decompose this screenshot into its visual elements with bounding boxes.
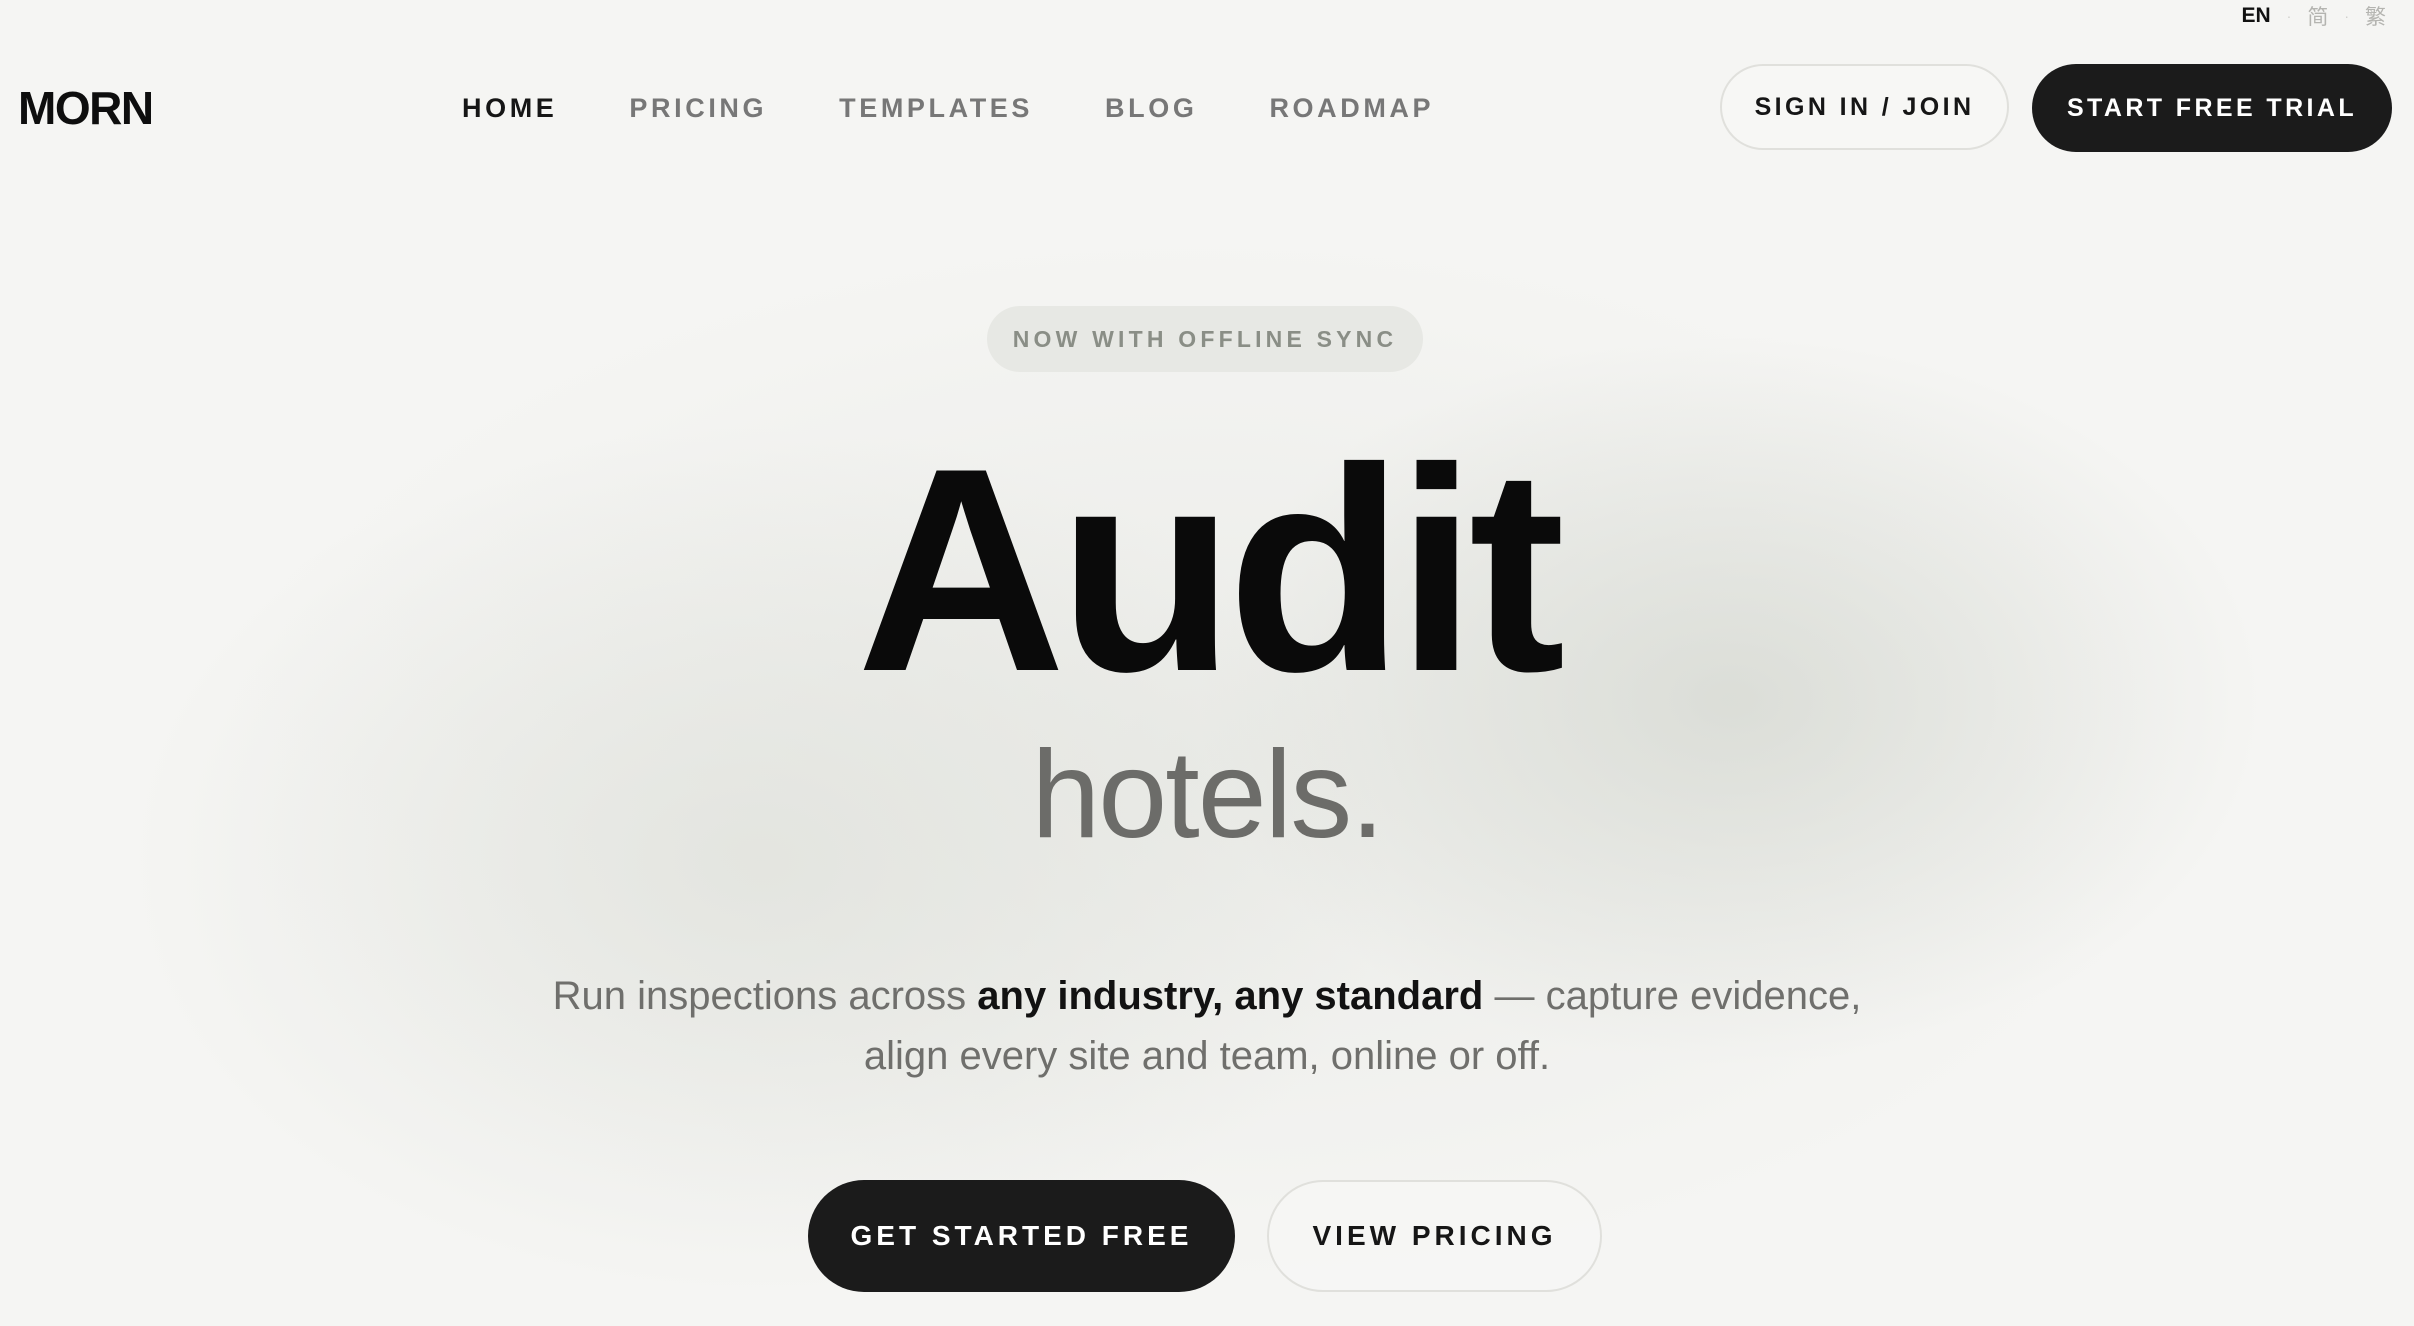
get-started-free-button[interactable]: GET STARTED FREE <box>808 1180 1235 1292</box>
nav-item-blog[interactable]: BLOG <box>1105 88 1197 128</box>
language-separator: · <box>2286 8 2292 24</box>
description-emphasis: any industry, any standard <box>977 974 1484 1018</box>
nav-item-pricing[interactable]: PRICING <box>629 88 767 128</box>
view-pricing-button[interactable]: VIEW PRICING <box>1267 1180 1602 1292</box>
hero-description: Run inspections across any industry, any… <box>0 966 2414 1086</box>
language-switcher: EN · 简 · 繁 <box>2241 2 2386 30</box>
language-option-traditional-chinese[interactable]: 繁 <box>2365 1 2386 31</box>
nav-item-roadmap[interactable]: ROADMAP <box>1269 88 1434 128</box>
description-text: — capture evidence, <box>1483 974 1862 1018</box>
sign-in-join-button[interactable]: SIGN IN / JOIN <box>1720 64 2009 150</box>
main-nav: HOME PRICING TEMPLATES BLOG ROADMAP <box>462 88 1506 128</box>
language-option-en[interactable]: EN <box>2241 4 2270 28</box>
nav-item-templates[interactable]: TEMPLATES <box>839 88 1033 128</box>
hero-description-line-2: align every site and team, online or off… <box>863 1034 1551 1078</box>
hero-title: Audit <box>856 408 1566 732</box>
language-option-simplified-chinese[interactable]: 简 <box>2307 1 2328 31</box>
hero-description-line-1: Run inspections across any industry, any… <box>0 966 2414 1026</box>
nav-item-home[interactable]: HOME <box>462 88 557 128</box>
feature-badge: NOW WITH OFFLINE SYNC <box>987 306 1423 372</box>
start-free-trial-button[interactable]: START FREE TRIAL <box>2032 64 2392 152</box>
hero-subtitle: hotels. <box>1031 726 1384 864</box>
brand-logo[interactable]: MORN <box>18 80 154 136</box>
description-text: Run inspections across <box>552 974 978 1018</box>
language-separator: · <box>2344 8 2349 24</box>
